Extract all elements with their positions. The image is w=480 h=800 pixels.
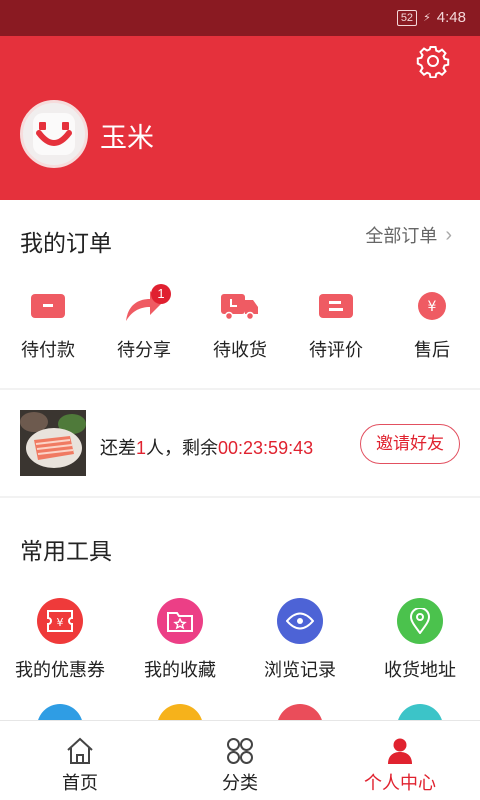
order-pending-receipt[interactable]: 待收货 xyxy=(192,286,288,362)
order-after-sales[interactable]: ¥ 售后 xyxy=(384,286,480,362)
tool-icon xyxy=(397,704,443,720)
tool-item[interactable] xyxy=(360,704,480,720)
tool-item[interactable] xyxy=(0,704,120,720)
svg-text:¥: ¥ xyxy=(428,299,437,315)
tool-label: 浏览记录 xyxy=(264,660,336,680)
group-buy-card[interactable]: 还差1人，剩余00:23:59:43 邀请好友 xyxy=(0,390,480,496)
truck-icon xyxy=(192,286,288,326)
order-status-row: 待付款 1 待分享 待收货 待评价 ¥ 售后 xyxy=(0,284,480,362)
smile-logo-icon xyxy=(33,113,75,155)
profile-header: 玉米 xyxy=(0,36,480,200)
order-item-label: 待分享 xyxy=(117,340,171,360)
location-pin-icon xyxy=(397,598,443,644)
favorite-folder-icon xyxy=(157,598,203,644)
tools-row: ¥ 我的优惠券 我的收藏 浏览记录 收货地址 xyxy=(0,598,480,682)
user-icon xyxy=(388,738,412,764)
all-orders-link[interactable]: 全部订单 › xyxy=(365,222,452,248)
order-pending-review[interactable]: 待评价 xyxy=(288,286,384,362)
eye-icon xyxy=(277,598,323,644)
order-item-label: 售后 xyxy=(414,340,450,360)
nav-label: 分类 xyxy=(222,773,258,793)
nav-home[interactable]: 首页 xyxy=(0,721,160,800)
text-mid: 人，剩余 xyxy=(146,438,219,458)
coupon-icon: ¥ xyxy=(37,598,83,644)
wallet-icon xyxy=(0,286,96,326)
yen-icon: ¥ xyxy=(384,286,480,326)
order-pending-payment[interactable]: 待付款 xyxy=(0,286,96,362)
tool-history[interactable]: 浏览记录 xyxy=(240,598,360,682)
tool-item[interactable] xyxy=(240,704,360,720)
charging-icon: ⚡ xyxy=(423,12,431,24)
tool-icon xyxy=(157,704,203,720)
product-thumbnail[interactable] xyxy=(20,410,86,476)
tool-icon xyxy=(277,704,323,720)
tool-label: 收货地址 xyxy=(384,660,456,680)
invite-friends-button[interactable]: 邀请好友 xyxy=(360,424,460,464)
clock: 4:48 xyxy=(436,9,466,26)
comment-icon xyxy=(288,286,384,326)
tool-label: 我的收藏 xyxy=(144,660,216,680)
tools-card: 常用工具 ¥ 我的优惠券 我的收藏 浏览记录 收货地址 xyxy=(0,498,480,720)
tool-icon xyxy=(37,704,83,720)
group-buy-status: 还差1人，剩余00:23:59:43 xyxy=(100,434,313,460)
countdown-timer: 00:23:59:43 xyxy=(218,438,314,458)
chevron-right-icon: › xyxy=(445,223,452,246)
orders-title: 我的订单 xyxy=(20,230,112,256)
tool-item[interactable] xyxy=(120,704,240,720)
all-orders-label: 全部订单 xyxy=(365,226,438,246)
tool-favorites[interactable]: 我的收藏 xyxy=(120,598,240,682)
people-needed: 1 xyxy=(136,438,147,458)
avatar[interactable] xyxy=(20,100,88,168)
bottom-navigation: 首页 分类 个人中心 xyxy=(0,720,480,800)
category-icon xyxy=(227,738,253,764)
nav-category[interactable]: 分类 xyxy=(160,721,320,800)
orders-card: 我的订单 全部订单 › 待付款 1 待分享 待收货 待评价 ¥ 售后 xyxy=(0,200,480,388)
nav-label: 首页 xyxy=(62,773,98,793)
nav-label: 个人中心 xyxy=(364,773,436,793)
order-item-label: 待评价 xyxy=(309,340,363,360)
tool-coupons[interactable]: ¥ 我的优惠券 xyxy=(0,598,120,682)
battery-indicator: 52 xyxy=(396,9,418,26)
status-bar: 52 ⚡ 4:48 xyxy=(0,0,480,36)
order-item-label: 待付款 xyxy=(21,340,75,360)
order-pending-share[interactable]: 1 待分享 xyxy=(96,284,192,362)
username[interactable]: 玉米 xyxy=(100,116,154,155)
settings-gear-icon[interactable] xyxy=(416,44,450,79)
text-prefix: 还差 xyxy=(100,438,136,458)
tool-label: 我的优惠券 xyxy=(15,660,105,680)
share-icon xyxy=(96,286,192,326)
share-count-badge: 1 xyxy=(151,284,171,304)
order-item-label: 待收货 xyxy=(213,340,267,360)
nav-profile[interactable]: 个人中心 xyxy=(320,721,480,800)
svg-text:¥: ¥ xyxy=(57,616,64,629)
tools-row-partial xyxy=(0,704,480,720)
tools-title: 常用工具 xyxy=(20,538,112,564)
tool-addresses[interactable]: 收货地址 xyxy=(360,598,480,682)
home-icon xyxy=(67,737,93,764)
